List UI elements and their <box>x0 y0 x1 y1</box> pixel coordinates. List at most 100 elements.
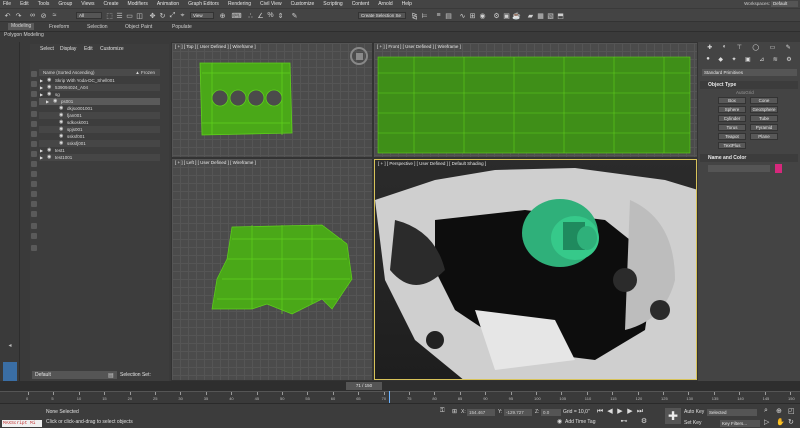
menu-group[interactable]: Group <box>58 1 72 7</box>
zoom-icon[interactable]: ⌕ <box>764 407 768 415</box>
key-filters-button[interactable]: Key Filters... <box>720 420 760 427</box>
move-icon[interactable]: ✥ <box>148 11 157 20</box>
lock-selection-icon[interactable]: ⚿ <box>440 408 445 415</box>
zoom-extents-icon[interactable]: ◰ <box>788 407 795 415</box>
go-to-end-icon[interactable]: ⏭ <box>636 408 644 416</box>
layer-explorer-icon[interactable]: ≡ <box>434 11 443 20</box>
ribbon-tab-modeling[interactable]: Modeling <box>8 23 35 30</box>
teapot-button[interactable]: Teapot <box>718 133 746 140</box>
find-icon[interactable] <box>31 223 37 229</box>
viewport-top[interactable]: [ + ] [ Top ] [ User Defined ] [ Wirefra… <box>172 43 372 157</box>
visibility-eye-icon[interactable]: ◉ <box>47 77 51 84</box>
explorer-menu-select[interactable]: Select <box>40 46 54 52</box>
menu-scripting[interactable]: Scripting <box>323 1 342 7</box>
render-setup-icon[interactable]: ⚙ <box>492 11 501 20</box>
spinner-snap-icon[interactable]: ⇕ <box>276 11 285 20</box>
select-object-icon[interactable]: ⬚ <box>105 11 114 20</box>
menu-civil-view[interactable]: Civil View <box>260 1 282 7</box>
systems-icon[interactable]: ⚙ <box>786 56 791 66</box>
key-mode-icon[interactable]: ⊷ <box>620 418 628 426</box>
bind-space-warp-icon[interactable]: ≈ <box>50 11 59 20</box>
layer-dropdown[interactable]: Default <box>32 371 117 379</box>
link-icon[interactable]: ∞ <box>28 11 37 20</box>
lock-icon[interactable] <box>31 245 37 251</box>
rect-selection-icon[interactable]: ▭ <box>125 11 134 20</box>
fov-icon[interactable]: ▷ <box>764 418 769 426</box>
display-tab-icon[interactable]: ▭ <box>770 44 776 54</box>
material-editor-icon[interactable]: ◉ <box>478 11 487 20</box>
visibility-eye-icon[interactable]: ◉ <box>47 154 51 161</box>
menu-graph-editors[interactable]: Graph Editors <box>188 1 219 7</box>
filter-containers-icon[interactable] <box>31 161 37 167</box>
menu-arnold[interactable]: Arnold <box>378 1 392 7</box>
visibility-eye-icon[interactable]: ◉ <box>59 119 63 126</box>
create-tab-icon[interactable]: ✚ <box>707 44 712 54</box>
cone-button[interactable]: Cone <box>750 97 778 104</box>
tree-row[interactable]: ◉ spjs001 <box>39 126 160 133</box>
tree-row[interactable]: ◉ sdkosk001 <box>39 119 160 126</box>
explorer-icon[interactable]: ▦ <box>536 11 545 20</box>
workspaces-dropdown[interactable]: Default <box>771 1 798 7</box>
shapes-icon[interactable]: ◆ <box>718 56 723 66</box>
visibility-eye-icon[interactable]: ◉ <box>47 84 51 91</box>
filter-invert-icon[interactable] <box>31 211 37 217</box>
rotate-icon[interactable]: ↻ <box>158 11 167 20</box>
ribbon-tab-populate[interactable]: Populate <box>172 24 192 30</box>
expand-arrow-icon[interactable]: ▶ <box>40 84 43 91</box>
layer-toggle-icon[interactable]: ▤ <box>108 372 114 379</box>
visibility-eye-icon[interactable]: ◉ <box>59 105 63 112</box>
primitive-category-dropdown[interactable]: Standard Primitives <box>702 69 797 76</box>
scale-icon[interactable]: ⤢ <box>168 11 177 20</box>
pyramid-button[interactable]: Pyramid <box>750 124 778 131</box>
rendered-frame-icon[interactable]: ▣ <box>502 11 511 20</box>
orbit-icon[interactable]: ↻ <box>788 418 794 426</box>
expand-arrow-icon[interactable]: ▶ <box>40 91 43 98</box>
redo-icon[interactable]: ↷ <box>14 11 23 20</box>
y-coord-field[interactable]: -129.727 <box>504 409 532 416</box>
schematic-view-icon[interactable]: ⊞ <box>468 11 477 20</box>
box-button[interactable]: Box <box>718 97 746 104</box>
object-color-swatch[interactable] <box>775 164 782 173</box>
maxscript-listener[interactable]: MAXScript Mi <box>2 420 42 427</box>
keyboard-shortcut-icon[interactable]: ⌨ <box>231 11 241 20</box>
undo-icon[interactable]: ↶ <box>3 11 12 20</box>
sync-selection-icon[interactable] <box>31 233 37 239</box>
ribbon-tab-object-paint[interactable]: Object Paint <box>125 24 152 30</box>
tree-row[interactable]: ◉ dkjso001001 <box>39 105 160 112</box>
menu-edit[interactable]: Edit <box>20 1 29 7</box>
explorer-menu-display[interactable]: Display <box>60 46 76 52</box>
geometry-icon[interactable]: ● <box>706 56 710 66</box>
filter-all-icon[interactable] <box>31 191 37 197</box>
menu-customize[interactable]: Customize <box>291 1 315 7</box>
expand-arrow-icon[interactable]: ▶ <box>40 154 43 161</box>
explorer-menu-edit[interactable]: Edit <box>84 46 93 52</box>
track-bar[interactable]: 0 5 10 15 20 25 30 35 40 45 50 55 60 65 70 75 80 85 90 95 10… <box>0 391 800 403</box>
go-to-start-icon[interactable]: ⏮ <box>596 408 604 416</box>
previous-frame-icon[interactable]: ◀ <box>606 408 614 416</box>
explorer-column-header[interactable]: Name (Sorted Ascending) ▲ Frozen <box>39 69 160 76</box>
tree-row[interactable]: ◉ fjan001 <box>39 112 160 119</box>
menu-tools[interactable]: Tools <box>38 1 50 7</box>
menu-file[interactable]: File <box>3 1 11 7</box>
next-frame-icon[interactable]: ▶ <box>626 408 634 416</box>
view-cube[interactable] <box>350 47 368 65</box>
tree-row[interactable]: ▶ ◉ test1 <box>39 147 160 154</box>
filter-hidden-icon[interactable] <box>31 181 37 187</box>
visibility-eye-icon[interactable]: ◉ <box>59 133 63 140</box>
modify-tab-icon[interactable]: ◐ <box>723 44 727 54</box>
time-tag-icon[interactable]: ◉ <box>557 418 562 425</box>
filter-none-icon[interactable] <box>31 201 37 207</box>
reference-coord-dropdown[interactable]: View <box>190 12 214 19</box>
select-by-name-icon[interactable]: ☰ <box>115 11 124 20</box>
expand-arrow-icon[interactable]: ▶ <box>46 98 49 105</box>
visibility-eye-icon[interactable]: ◉ <box>53 98 57 105</box>
x-coord-field[interactable]: 154.467 <box>467 409 495 416</box>
time-slider[interactable]: 71 / 150 <box>346 382 382 390</box>
tree-row[interactable]: ▶ ◉ 539094024_A04 <box>39 84 160 91</box>
set-keys-icon[interactable]: ✚ <box>665 408 681 424</box>
object-type-rollout[interactable]: Object Type <box>700 81 798 89</box>
name-color-rollout[interactable]: Name and Color <box>700 154 798 162</box>
zoom-all-icon[interactable]: ⊕ <box>776 407 782 415</box>
pivot-icon[interactable]: ⊕ <box>218 11 227 20</box>
render-production-icon[interactable]: ☕ <box>512 11 521 20</box>
